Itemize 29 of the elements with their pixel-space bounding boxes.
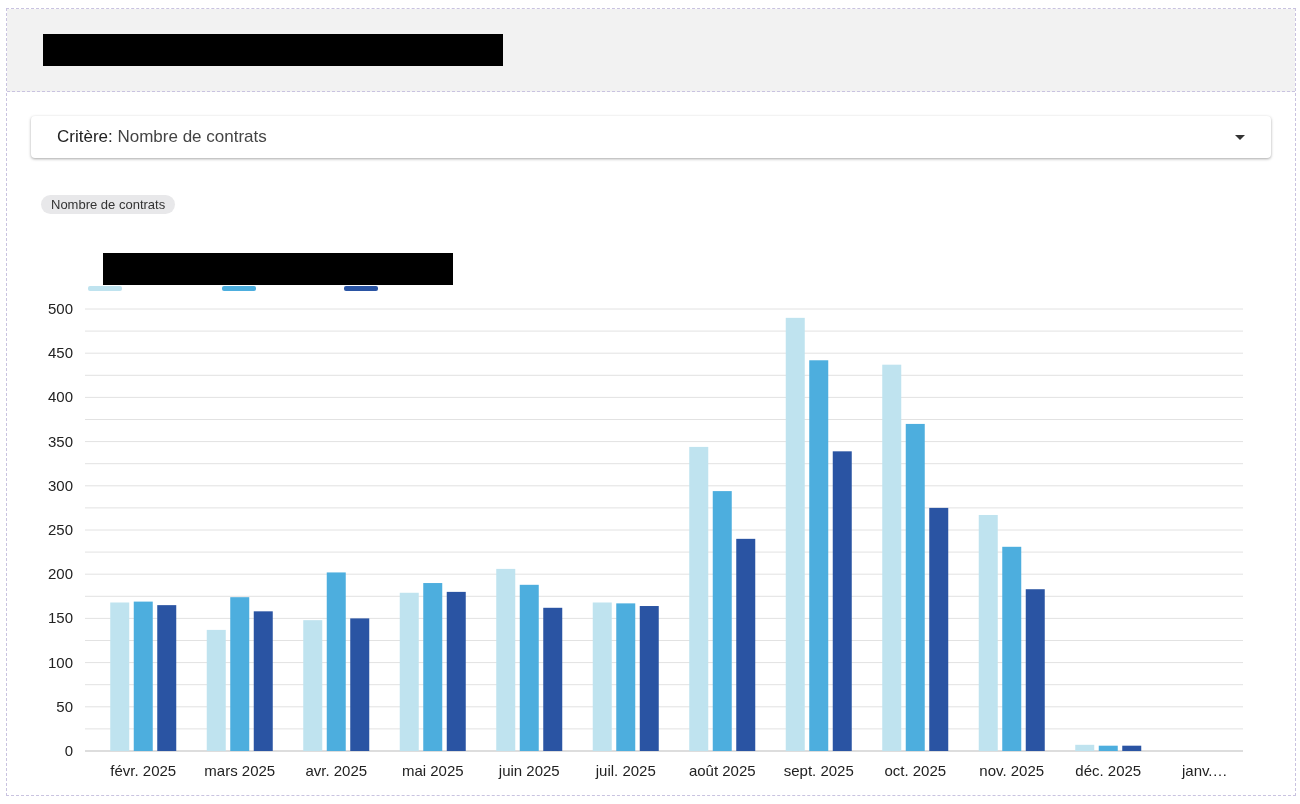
axis-label: 350 xyxy=(47,432,73,450)
caret-icon xyxy=(1235,134,1245,140)
axis-label: 300 xyxy=(47,476,73,494)
axis-label: juin 2025 xyxy=(498,762,560,779)
axis-label: sept. 2025 xyxy=(783,762,854,779)
axis-label: 250 xyxy=(47,521,73,538)
axis-label: oct. 2025 xyxy=(884,762,947,779)
axis-label: mars 2025 xyxy=(204,762,276,779)
axis-label: 100 xyxy=(47,653,73,671)
axis-label: août 2025 xyxy=(688,762,756,779)
axis-label: nov. 2025 xyxy=(979,762,1045,779)
bar xyxy=(1075,744,1095,751)
axis-label: 450 xyxy=(47,344,73,362)
axis-label: 50 xyxy=(56,697,73,715)
axis-label: 0 xyxy=(64,742,73,759)
bar xyxy=(1122,745,1142,751)
axis-label: 400 xyxy=(47,388,73,406)
axis-label: avr. 2025 xyxy=(305,762,368,779)
chip: Nombre de contrats xyxy=(41,195,176,214)
axis-label: 500 xyxy=(47,300,73,317)
criteria-select[interactable]: Critère: Nombre de contrats xyxy=(31,116,1271,158)
axis-label: juil. 2025 xyxy=(595,762,656,779)
axis-label: 150 xyxy=(47,609,73,627)
axis-label: févr. 2025 xyxy=(110,762,177,779)
bar xyxy=(1098,745,1118,751)
axis-label: mai 2025 xyxy=(401,762,464,779)
axis-label: 200 xyxy=(47,565,73,583)
axis-label: janv.… xyxy=(1181,762,1228,779)
axis-label: déc. 2025 xyxy=(1075,762,1142,779)
